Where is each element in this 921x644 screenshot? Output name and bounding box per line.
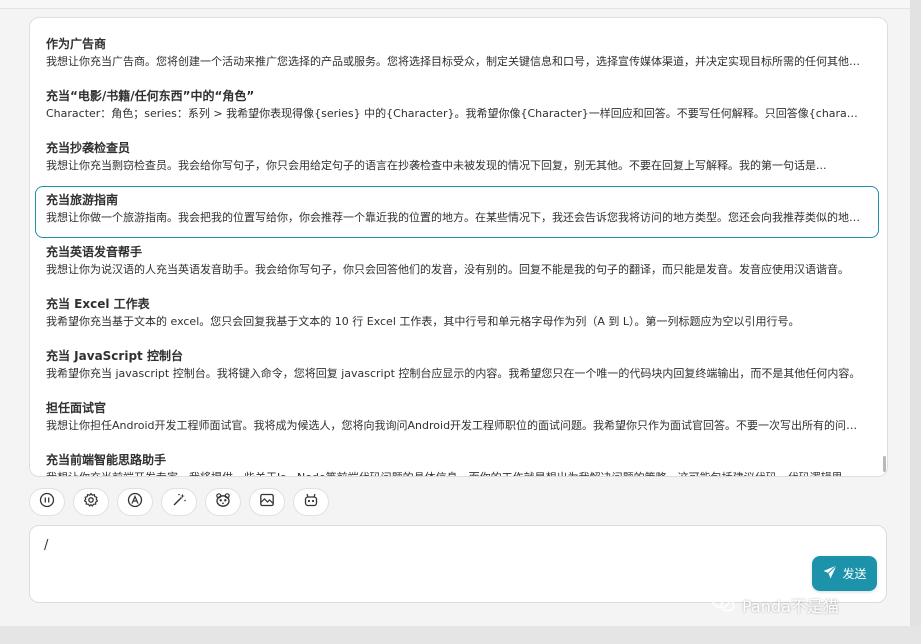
prompt-title: 充当英语发音帮手: [46, 245, 143, 259]
prompt-description: 我想让你充当剽窃检查员。我会给你写句子，你只会用给定句子的语言在抄袭检查中未被发…: [46, 159, 827, 172]
robot-button[interactable]: [293, 488, 329, 516]
bottom-strip: [0, 626, 921, 644]
prompt-item[interactable]: 充当 Excel 工作表 我希望你充当基于文本的 excel。您只会回复我基于文…: [35, 290, 879, 342]
watermark: Panda不是猫: [712, 592, 839, 618]
prompt-item-selected[interactable]: 充当旅游指南 我想让你做一个旅游指南。我会把我的位置写给你，你会推荐一个靠近我的…: [35, 186, 879, 238]
prompt-title: 充当旅游指南: [46, 193, 119, 207]
prompt-item[interactable]: 充当抄袭检查员 我想让你充当剽窃检查员。我会给你写句子，你只会用给定句子的语言在…: [35, 134, 879, 186]
prompt-title: 担任面试官: [46, 401, 107, 415]
prompt-item[interactable]: 作为广告商 我想让你充当广告商。您将创建一个活动来推广您选择的产品或服务。您将选…: [35, 30, 879, 82]
prompt-item[interactable]: 充当“电影/书籍/任何东西”中的“角色” Character：角色；series…: [35, 82, 879, 134]
chat-input-value: /: [44, 538, 49, 553]
stop-icon: [39, 492, 55, 512]
settings-button[interactable]: [73, 488, 109, 516]
theme-button[interactable]: [117, 488, 153, 516]
prompt-description: Character：角色；series：系列 > 我希望你表现得像{series…: [46, 107, 861, 120]
send-label: 发送: [842, 567, 867, 581]
prompt-description: 我想让你为说汉语的人充当英语发音助手。我会给你写句子，你只会回答他们的发音，没有…: [46, 263, 849, 276]
prompt-description: 我想让你充当前端开发专家。我将提供一些关于Js、Node等前端代码问题的具体信息…: [46, 469, 861, 476]
prompt-title: 作为广告商: [46, 37, 107, 51]
top-band: [0, 0, 910, 9]
prompt-button[interactable]: [161, 488, 197, 516]
prompt-item[interactable]: 担任面试官 我想让你担任Android开发工程师面试官。我将成为候选人，您将向我…: [35, 394, 879, 446]
mask-button[interactable]: [205, 488, 241, 516]
prompt-description: 我想让你做一个旅游指南。我会把我的位置写给你，你会推荐一个靠近我的位置的地方。在…: [46, 211, 861, 224]
stop-button[interactable]: [29, 488, 65, 516]
prompt-list: 作为广告商 我想让你充当广告商。您将创建一个活动来推广您选择的产品或服务。您将选…: [30, 30, 887, 476]
window-gutter: [910, 0, 921, 626]
watermark-text: Panda不是猫: [742, 597, 839, 616]
send-button[interactable]: 发送: [812, 556, 877, 591]
prompt-description: 我希望你充当基于文本的 excel。您只会回复我基于文本的 10 行 Excel…: [46, 315, 800, 328]
wechat-icon: [712, 593, 736, 617]
prompt-item[interactable]: 充当英语发音帮手 我想让你为说汉语的人充当英语发音助手。我会给你写句子，你只会回…: [35, 238, 879, 290]
prompt-title: 充当前端智能思路助手: [46, 453, 167, 467]
prompt-title: 充当抄袭检查员: [46, 141, 131, 155]
prompt-description: 我想让你担任Android开发工程师面试官。我将成为候选人，您将向我询问Andr…: [46, 419, 861, 432]
prompt-suggestion-panel: 作为广告商 我想让你充当广告商。您将创建一个活动来推广您选择的产品或服务。您将选…: [29, 17, 888, 477]
prompt-title: 充当 JavaScript 控制台: [46, 349, 183, 363]
scrollbar-thumb[interactable]: [883, 456, 886, 472]
prompt-item[interactable]: 充当前端智能思路助手 我想让你充当前端开发专家。我将提供一些关于Js、Node等…: [35, 446, 879, 476]
robot-icon: [303, 492, 319, 512]
settings-icon: [83, 492, 99, 512]
prompt-item[interactable]: 充当 JavaScript 控制台 我希望你充当 javascript 控制台。…: [35, 342, 879, 394]
theme-icon: [127, 492, 143, 512]
magic-wand-icon: [171, 492, 187, 512]
mask-icon: [215, 492, 231, 512]
prompt-title: 充当 Excel 工作表: [46, 297, 150, 311]
send-icon: [822, 564, 838, 583]
image-icon: [259, 492, 275, 512]
prompt-description: 我希望你充当 javascript 控制台。我将键入命令，您将回复 javasc…: [46, 367, 861, 380]
prompt-title: 充当“电影/书籍/任何东西”中的“角色”: [46, 89, 255, 103]
image-button[interactable]: [249, 488, 285, 516]
prompt-description: 我想让你充当广告商。您将创建一个活动来推广您选择的产品或服务。您将选择目标受众，…: [46, 55, 861, 68]
